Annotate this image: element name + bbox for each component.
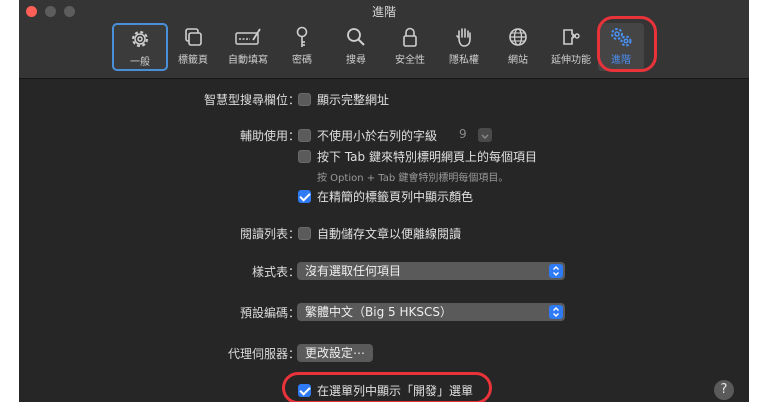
min-font-size-stepper[interactable] [478,128,492,142]
offline-reading-text: 自動儲存文章以便離線閱讀 [317,227,462,241]
develop-menu-highlight [282,372,492,402]
min-font-text: 不使用小於右列的字級 [317,129,438,143]
preferences-window: 進階 一般 標籤頁 自動填寫 密碼 搜尋 安全性 隱私權 網站 延伸功能 進階 … [19,0,749,402]
tab-passwords[interactable]: 密碼 [274,23,330,71]
select-chevron [549,264,563,278]
reading-list-label: 閱讀列表： [239,227,300,241]
compact-tab-color-checkbox[interactable] [298,190,311,203]
min-font-size-value[interactable]: 9 [459,127,467,141]
tab-highlight-hint: 按 Option + Tab 鍵會特別標明每個項目。 [317,173,509,184]
tab-autofill[interactable]: 自動填寫 [220,23,276,71]
tab-websites[interactable]: 網站 [490,23,546,71]
tab-extensions[interactable]: 延伸功能 [543,23,599,71]
tab-search[interactable]: 搜尋 [328,23,384,71]
tabs-icon [185,28,202,46]
tab-tabs[interactable]: 標籤頁 [165,23,221,71]
accessibility-label: 輔助使用： [239,129,300,143]
autofill-icon [235,28,261,45]
proxy-label: 代理伺服器： [227,347,300,361]
show-full-url-text: 顯示完整網址 [317,93,390,107]
select-chevron [549,305,563,319]
key-icon [296,26,308,47]
help-button[interactable]: ? [714,380,734,400]
toolbar: 進階 一般 標籤頁 自動填寫 密碼 搜尋 安全性 隱私權 網站 延伸功能 進階 [19,0,749,79]
gear-icon [132,31,148,47]
tab-highlight-text: 按下 Tab 鍵來特別標明網頁上的每個項目 [317,150,537,164]
globe-icon [509,28,527,46]
stylesheet-label: 樣式表： [251,265,300,279]
proxy-settings-button[interactable]: 更改設定⋯ [297,344,374,362]
lock-icon [403,27,417,47]
encoding-select[interactable]: 繁體中文（Big 5 HKSCS） [297,303,565,321]
encoding-label: 預設編碼： [239,306,300,320]
min-font-checkbox[interactable] [298,129,311,142]
offline-reading-checkbox[interactable] [298,227,311,240]
stylesheet-select[interactable]: 沒有選取任何項目 [297,262,565,280]
puzzle-icon [563,29,580,45]
compact-tab-color-text: 在精簡的標籤頁列中顯示顏色 [317,190,474,204]
chevron-down-icon [481,134,489,139]
chevron-updown-icon [553,266,559,276]
hand-icon [456,28,471,47]
smart-search-label: 智慧型搜尋欄位： [203,93,300,107]
tab-general[interactable]: 一般 [112,23,168,71]
search-icon [347,28,365,46]
chevron-updown-icon [553,307,559,317]
tab-security[interactable]: 安全性 [382,23,438,71]
advanced-tab-highlight [597,16,657,72]
show-full-url-checkbox[interactable] [298,93,311,106]
tab-privacy[interactable]: 隱私權 [436,23,492,71]
tab-highlight-checkbox[interactable] [298,150,311,163]
